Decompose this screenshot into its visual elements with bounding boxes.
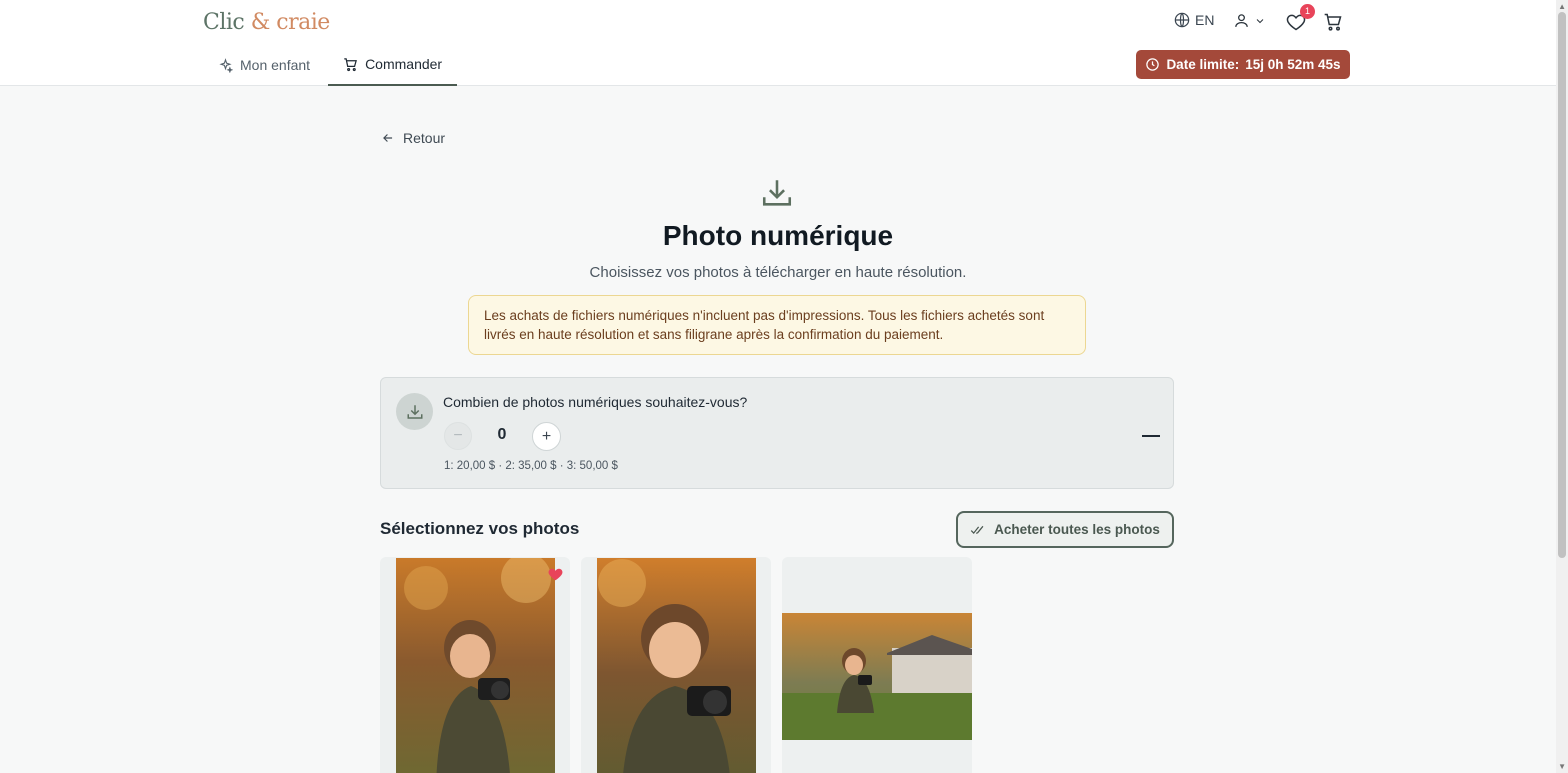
photo-thumbnail [782,613,972,740]
scroll-down-arrow[interactable]: ▼ [1558,762,1566,771]
section-title: Sélectionnez vos photos [380,519,580,538]
deadline-countdown: 15j 0h 52m 45s [1245,57,1341,72]
page-scrollbar[interactable]: ▲ ▼ [1556,0,1568,773]
double-check-icon [970,525,984,534]
globe-icon [1174,12,1190,28]
scroll-thumb[interactable] [1558,12,1566,558]
sparkles-icon [219,57,233,73]
page-title: Photo numérique [662,220,894,251]
deadline-badge: Date limite: 15j 0h 52m 45s [1136,50,1350,79]
arrow-left-icon [383,134,393,142]
quantity-card: Combien de photos numériques souhaitez-v… [380,377,1174,489]
clock-icon [1146,58,1160,71]
quantity-question: Combien de photos numériques souhaitez-v… [443,394,748,410]
quantity-value: 0 [497,426,507,443]
increment-button[interactable]: + [532,422,561,451]
notice-line: Les achats de fichiers numériques n'incl… [484,308,1045,323]
language-switcher[interactable]: EN [1174,12,1214,28]
decrement-button[interactable]: − [444,422,472,450]
favorites-count-badge: 1 [1300,4,1315,19]
photo-card[interactable] [782,557,972,773]
info-notice: Les achats de fichiers numériques n'incl… [468,295,1086,355]
cart-button[interactable] [1323,12,1343,37]
price-tiers: 1: 20,00 $ · 2: 35,00 $ · 3: 50,00 $ [444,460,618,472]
notice-line: livrés en haute résolution et sans filig… [484,327,944,342]
language-label: EN [1195,12,1215,28]
tab-label: Commander [365,56,443,72]
main-nav: Mon enfant Commander [210,44,467,86]
tab-mon-enfant[interactable]: Mon enfant [210,44,318,86]
buy-all-label: Acheter toutes les photos [994,522,1160,537]
user-icon [1235,14,1248,27]
photo-thumbnail [597,558,756,773]
download-icon [760,176,794,215]
photo-thumbnail [396,558,555,773]
account-menu[interactable] [1233,12,1266,29]
cart-icon [1324,13,1342,31]
scroll-up-arrow[interactable]: ▲ [1558,2,1566,11]
back-label: Retour [403,130,446,146]
photo-card[interactable] [380,557,570,773]
buy-all-photos-button[interactable]: Acheter toutes les photos [956,511,1174,548]
collapse-icon[interactable] [1142,435,1160,437]
download-icon [396,393,433,430]
chevron-down-icon [1256,18,1264,23]
page-subtitle: Choisissez vos photos à télécharger en h… [589,264,967,281]
deadline-label: Date limite: [1166,57,1240,72]
tab-commander[interactable]: Commander [328,44,458,86]
tab-label: Mon enfant [240,57,311,73]
top-header: Clic & craie EN 1 Mon enfant Commander D… [0,0,1556,86]
favorite-heart-icon[interactable] [547,566,564,586]
logo[interactable]: Clic & craie [203,10,330,35]
photo-card[interactable] [581,557,771,773]
cart-icon [344,57,358,71]
back-link[interactable]: Retour [381,130,445,146]
